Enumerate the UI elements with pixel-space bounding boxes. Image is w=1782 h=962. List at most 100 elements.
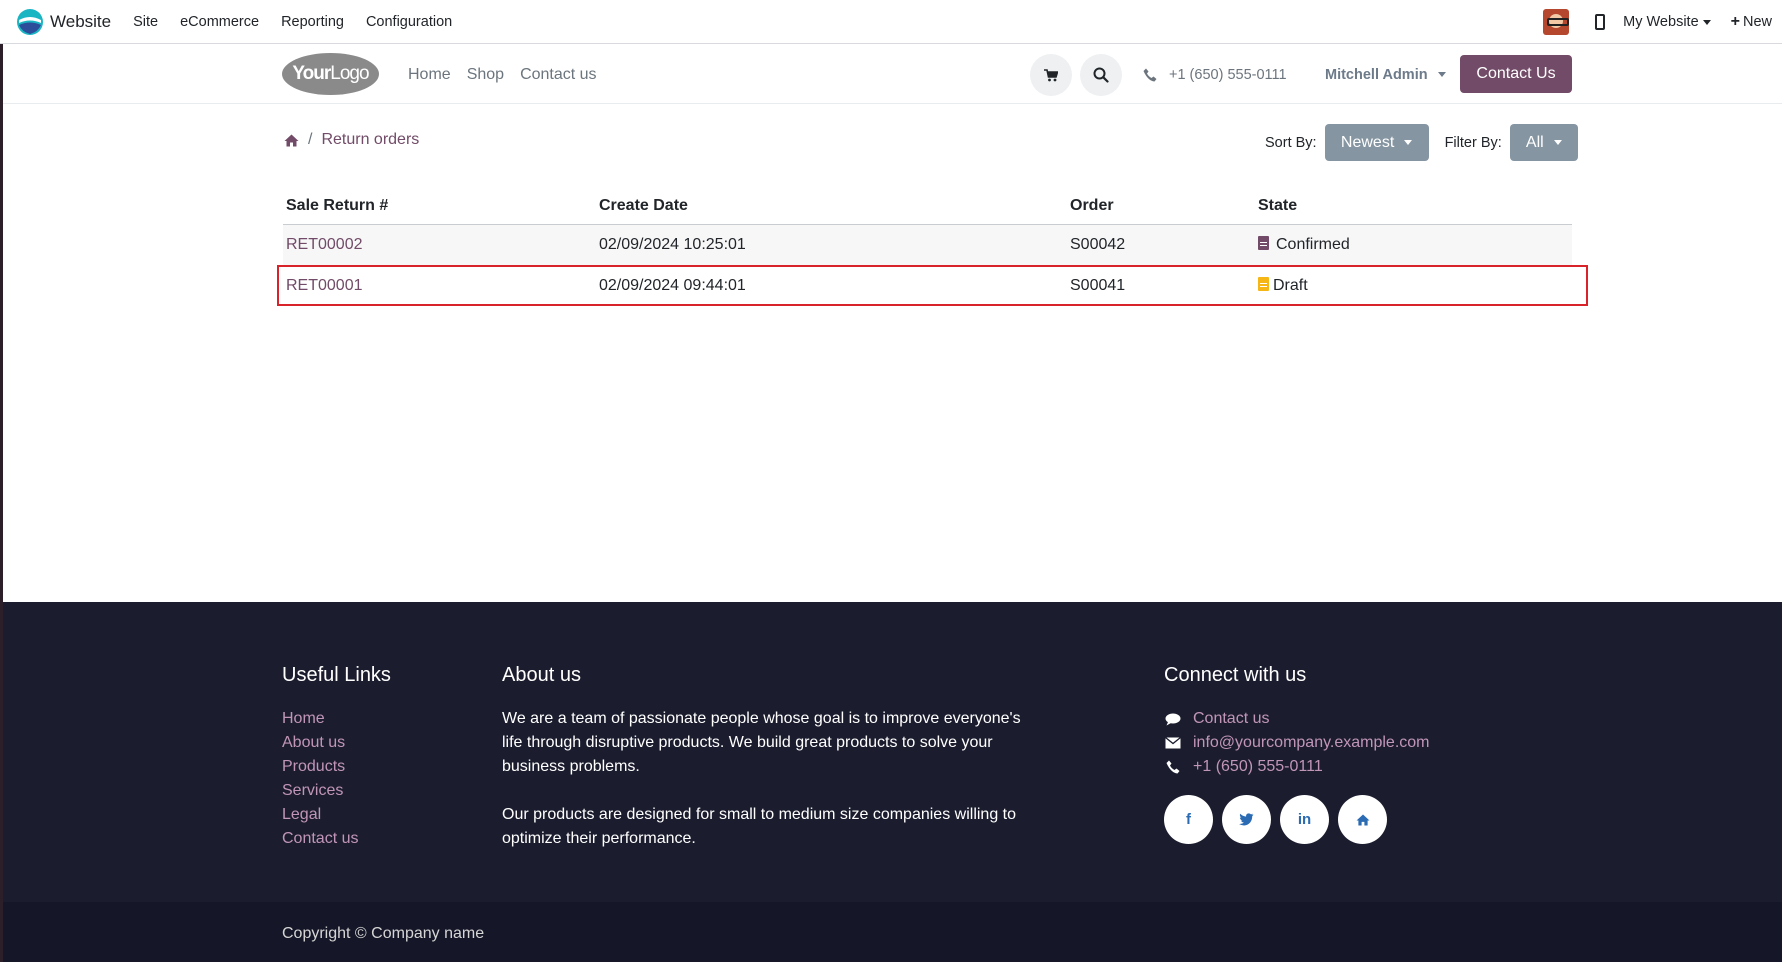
menu-configuration[interactable]: Configuration (366, 14, 452, 30)
column-header-state: State (1255, 189, 1572, 225)
twitter-icon[interactable] (1222, 795, 1271, 844)
filter-value: All (1525, 133, 1544, 151)
search-button[interactable] (1080, 54, 1122, 96)
site-header: Your Logo Home Shop Contact us +1 (650) 5… (3, 45, 1782, 104)
search-icon (1093, 67, 1109, 83)
column-header-create-date: Create Date (596, 189, 1067, 225)
contact-us-button[interactable]: Contact Us (1460, 55, 1572, 93)
envelope-icon (1164, 737, 1182, 749)
table-header-row: Sale Return # Create Date Order State (283, 189, 1572, 225)
menu-site[interactable]: Site (133, 14, 158, 30)
linkedin-icon[interactable]: in (1280, 795, 1329, 844)
footer-link-products[interactable]: Products (282, 755, 358, 779)
admin-right-tools: My Website + New (1543, 0, 1772, 44)
about-text: We are a team of passionate people whose… (502, 707, 1032, 875)
connect-email-label: info@yourcompany.example.com (1193, 734, 1430, 751)
website-switcher-label: My Website (1623, 14, 1699, 30)
plus-icon: + (1730, 13, 1740, 30)
user-avatar[interactable] (1543, 9, 1570, 35)
admin-menu: Site eCommerce Reporting Configuration (133, 14, 474, 30)
chevron-down-icon (1553, 140, 1562, 145)
connect-contact-label: Contact us (1193, 710, 1270, 727)
table-row[interactable]: RET00002 02/09/2024 10:25:01 S00042 Conf… (283, 224, 1572, 266)
useful-links-title: Useful Links (282, 664, 391, 686)
filter-label: Filter By: (1444, 134, 1502, 151)
user-menu[interactable]: Mitchell Admin (1325, 45, 1446, 104)
app-name[interactable]: Website (50, 12, 111, 32)
breadcrumb: / Return orders (284, 131, 419, 149)
admin-navbar: Website Site eCommerce Reporting Configu… (0, 0, 1782, 44)
return-orders-table: Sale Return # Create Date Order State RE… (283, 189, 1572, 306)
connect-email[interactable]: info@yourcompany.example.com (1164, 731, 1430, 755)
sort-label: Sort By: (1265, 134, 1317, 151)
order-ref: S00042 (1067, 224, 1255, 266)
about-paragraph-1: We are a team of passionate people whose… (502, 710, 1021, 775)
site-nav: Home Shop Contact us (408, 45, 613, 104)
create-date: 02/09/2024 10:25:01 (596, 224, 1067, 266)
state-label: Confirmed (1276, 235, 1350, 253)
order-ref: S00041 (1070, 276, 1126, 294)
breadcrumb-separator: / (308, 131, 313, 148)
comment-icon (1164, 713, 1182, 726)
home-icon[interactable] (1338, 795, 1387, 844)
return-ref-link[interactable]: RET00002 (283, 224, 596, 266)
state-cell: Confirmed (1255, 224, 1572, 266)
nav-contact-us[interactable]: Contact us (520, 66, 596, 84)
menu-reporting[interactable]: Reporting (281, 14, 344, 30)
facebook-icon[interactable]: f (1164, 795, 1213, 844)
sort-dropdown[interactable]: Newest (1324, 124, 1429, 161)
table-row[interactable]: RET00001 02/09/2024 09:44:01 S00041 Draf… (283, 265, 1572, 306)
sort-value: Newest (1340, 133, 1395, 151)
website-app-icon[interactable]: Website (16, 8, 111, 36)
chevron-down-icon (1702, 19, 1711, 25)
state-cell: Draft (1255, 265, 1572, 306)
create-date: 02/09/2024 09:44:01 (599, 276, 746, 294)
social-links: f in (1164, 795, 1396, 844)
mobile-preview-icon[interactable] (1595, 14, 1606, 30)
useful-links-list: Home About us Products Services Legal Co… (282, 707, 358, 851)
new-button-label: New (1742, 14, 1772, 30)
logo-text-bold: Your (292, 63, 331, 84)
column-header-order: Order (1067, 189, 1255, 225)
chevron-down-icon (1404, 140, 1413, 145)
phone-icon (1164, 760, 1182, 774)
home-icon[interactable] (284, 134, 299, 147)
about-paragraph-2: Our products are designed for small to m… (502, 806, 1017, 847)
about-title: About us (502, 664, 581, 686)
header-phone[interactable]: +1 (650) 555-0111 (1143, 45, 1287, 104)
footer-bottom-bar (3, 902, 1782, 962)
column-header-sale-return: Sale Return # (283, 189, 596, 225)
connect-contact[interactable]: Contact us (1164, 707, 1430, 731)
nav-home[interactable]: Home (408, 66, 451, 84)
connect-list: Contact us info@yourcompany.example.com … (1164, 707, 1430, 779)
company-logo[interactable]: Your Logo (282, 53, 379, 95)
state-label: Draft (1273, 276, 1308, 294)
footer-link-contact[interactable]: Contact us (282, 827, 358, 851)
new-button[interactable]: + New (1731, 13, 1772, 31)
logo-text-light: Logo (330, 63, 369, 84)
footer-link-services[interactable]: Services (282, 779, 358, 803)
return-ref-link[interactable]: RET00001 (283, 265, 596, 306)
footer-link-home[interactable]: Home (282, 707, 358, 731)
menu-ecommerce[interactable]: eCommerce (180, 14, 259, 30)
filter-dropdown[interactable]: All (1509, 124, 1578, 161)
connect-phone[interactable]: +1 (650) 555-0111 (1164, 755, 1430, 779)
cart-button[interactable] (1030, 54, 1072, 96)
copyright: Copyright © Company name (282, 925, 485, 942)
footer-link-legal[interactable]: Legal (282, 803, 358, 827)
document-icon (1258, 235, 1269, 250)
chevron-down-icon (1437, 72, 1446, 77)
sort-filter-bar: Sort By: Newest Filter By: All (1265, 124, 1578, 161)
phone-icon (1143, 68, 1157, 81)
connect-phone-label: +1 (650) 555-0111 (1193, 758, 1323, 775)
nav-shop[interactable]: Shop (467, 66, 504, 84)
connect-title: Connect with us (1164, 664, 1307, 686)
cart-icon (1044, 68, 1058, 81)
website-switcher[interactable]: My Website (1623, 14, 1711, 30)
site-footer: Useful Links Home About us Products Serv… (3, 602, 1782, 962)
breadcrumb-current[interactable]: Return orders (321, 131, 419, 149)
document-icon (1258, 276, 1269, 291)
user-name: Mitchell Admin (1325, 66, 1428, 83)
header-phone-number: +1 (650) 555-0111 (1169, 66, 1287, 83)
footer-link-about[interactable]: About us (282, 731, 358, 755)
